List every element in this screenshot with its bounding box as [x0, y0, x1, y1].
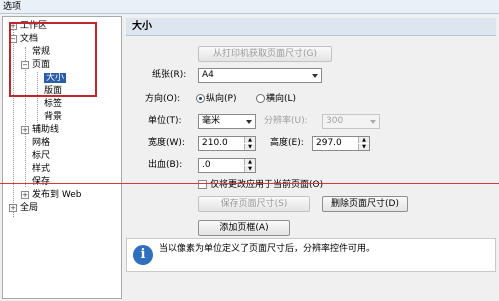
delete-page-size-button[interactable]: 删除页面尺寸(D): [322, 196, 408, 212]
radio-selected-icon[interactable]: [196, 94, 205, 103]
info-text: 当以像素为单位定义了页面尺寸后，分辨率控件可用。: [159, 244, 376, 254]
resolution-select[interactable]: 300: [322, 114, 380, 129]
landscape-radio[interactable]: 横向(L): [256, 92, 296, 106]
spin-down-icon[interactable]: ▼: [244, 166, 255, 172]
radio-unselected-icon[interactable]: [256, 94, 265, 103]
tree-item-guidelines[interactable]: + 辅助线: [21, 124, 59, 136]
tree-item-global[interactable]: + 全局: [9, 202, 38, 214]
bleed-field[interactable]: .0 ▲ ▼: [198, 158, 256, 173]
only-current-page-label: 仅将更改应用于当前页面(O): [210, 180, 324, 190]
window-title: 选项: [3, 2, 22, 12]
chevron-down-icon: [370, 120, 376, 124]
paper-label: 纸张(R):: [152, 70, 187, 80]
spin-up-icon[interactable]: ▲: [358, 137, 369, 143]
height-label: 高度(E):: [270, 138, 304, 148]
paper-select[interactable]: A4: [198, 68, 322, 83]
tree-item-save[interactable]: 保存: [32, 176, 50, 188]
add-page-frame-button[interactable]: 添加页框(A): [198, 220, 290, 236]
highlight-box: [9, 22, 97, 97]
portrait-radio[interactable]: 纵向(P): [196, 92, 236, 106]
save-page-size-button[interactable]: 保存页面尺寸(S): [198, 196, 310, 212]
info-bar: i 当以像素为单位定义了页面尺寸后，分辨率控件可用。: [126, 238, 496, 272]
width-field[interactable]: 210.0 ▲ ▼: [198, 136, 256, 151]
width-label: 宽度(W):: [148, 138, 185, 148]
expand-icon[interactable]: +: [21, 190, 29, 199]
window-title-bar: 选项: [0, 0, 499, 14]
chevron-down-icon: [246, 120, 252, 124]
orientation-label: 方向(O):: [145, 94, 181, 104]
panel-title: 大小: [126, 18, 496, 36]
tree-item-grid[interactable]: 网格: [32, 137, 50, 149]
spin-down-icon[interactable]: ▼: [244, 144, 255, 150]
tree-item-rulers[interactable]: 标尺: [32, 150, 50, 162]
info-icon: i: [133, 245, 153, 265]
unit-label: 单位(T):: [148, 116, 182, 126]
bleed-label: 出血(B):: [148, 160, 183, 170]
height-field[interactable]: 297.0 ▲ ▼: [312, 136, 370, 151]
resolution-label: 分辨率(U):: [264, 116, 308, 126]
tree-item-publish-web[interactable]: + 发布到 Web: [21, 189, 81, 201]
expand-icon[interactable]: +: [9, 203, 17, 212]
tree-item-label[interactable]: 标签: [44, 98, 62, 110]
get-from-printer-button[interactable]: 从打印机获取页面尺寸(G): [198, 46, 332, 62]
only-current-page-checkbox[interactable]: [198, 180, 207, 189]
unit-select[interactable]: 毫米: [198, 114, 256, 129]
spin-up-icon[interactable]: ▲: [244, 159, 255, 165]
expand-icon[interactable]: +: [21, 125, 29, 134]
annotation-line: [0, 183, 499, 184]
chevron-down-icon: [312, 74, 318, 78]
tree-item-background[interactable]: 背景: [44, 111, 62, 123]
spin-down-icon[interactable]: ▼: [358, 144, 369, 150]
tree-item-styles[interactable]: 样式: [32, 163, 50, 175]
spin-up-icon[interactable]: ▲: [244, 137, 255, 143]
